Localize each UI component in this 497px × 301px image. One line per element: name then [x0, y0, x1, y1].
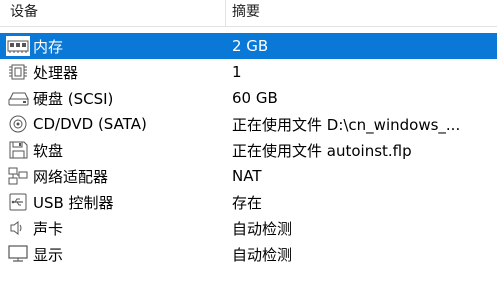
- device-summary: 自动检测: [232, 219, 293, 238]
- device-summary: 存在: [232, 193, 263, 212]
- list-header: 设备 摘要: [0, 0, 497, 27]
- device-label: 声卡: [33, 219, 64, 238]
- device-label: 硬盘 (SCSI): [33, 89, 114, 108]
- device-label: USB 控制器: [33, 193, 114, 212]
- memory-icon: [6, 36, 30, 56]
- device-rows: 内存 2 GB 处理器 1 硬盘 (SCSI) 60 GB CD/DVD (SA…: [0, 33, 497, 267]
- device-label: 处理器: [33, 63, 79, 82]
- device-summary: 自动检测: [232, 245, 293, 264]
- device-row-cd-dvd[interactable]: CD/DVD (SATA) 正在使用文件 D:\cn_windows_...: [0, 111, 497, 137]
- device-row-processor[interactable]: 处理器 1: [0, 59, 497, 85]
- cd-dvd-icon: [6, 114, 30, 134]
- display-icon: [6, 244, 30, 264]
- device-label: 软盘: [33, 141, 64, 160]
- device-summary: NAT: [232, 167, 262, 185]
- device-row-usb[interactable]: USB 控制器 存在: [0, 189, 497, 215]
- device-row-display[interactable]: 显示 自动检测: [0, 241, 497, 267]
- floppy-icon: [6, 140, 30, 160]
- device-summary: 2 GB: [232, 37, 269, 55]
- usb-icon: [6, 192, 30, 212]
- device-summary: 60 GB: [232, 89, 278, 107]
- device-row-sound-card[interactable]: 声卡 自动检测: [0, 215, 497, 241]
- sound-card-icon: [6, 218, 30, 238]
- device-label: 显示: [33, 245, 64, 264]
- processor-icon: [6, 62, 30, 82]
- device-label: 内存: [33, 37, 64, 56]
- header-device-column[interactable]: 设备: [0, 0, 226, 26]
- device-row-memory[interactable]: 内存 2 GB: [0, 33, 497, 59]
- device-row-hard-disk[interactable]: 硬盘 (SCSI) 60 GB: [0, 85, 497, 111]
- device-list-panel: 设备 摘要 内存 2 GB 处理器 1 硬盘 (SCSI) 60 GB CD/D…: [0, 0, 497, 301]
- header-summary-column[interactable]: 摘要: [226, 0, 497, 26]
- network-adapter-icon: [6, 166, 30, 186]
- device-summary: 1: [232, 63, 242, 81]
- device-summary: 正在使用文件 D:\cn_windows_...: [232, 115, 461, 134]
- device-label: CD/DVD (SATA): [33, 115, 147, 133]
- device-row-network-adapter[interactable]: 网络适配器 NAT: [0, 163, 497, 189]
- device-label: 网络适配器: [33, 167, 109, 186]
- device-summary: 正在使用文件 autoinst.flp: [232, 141, 412, 160]
- hard-disk-icon: [6, 88, 30, 108]
- device-row-floppy[interactable]: 软盘 正在使用文件 autoinst.flp: [0, 137, 497, 163]
